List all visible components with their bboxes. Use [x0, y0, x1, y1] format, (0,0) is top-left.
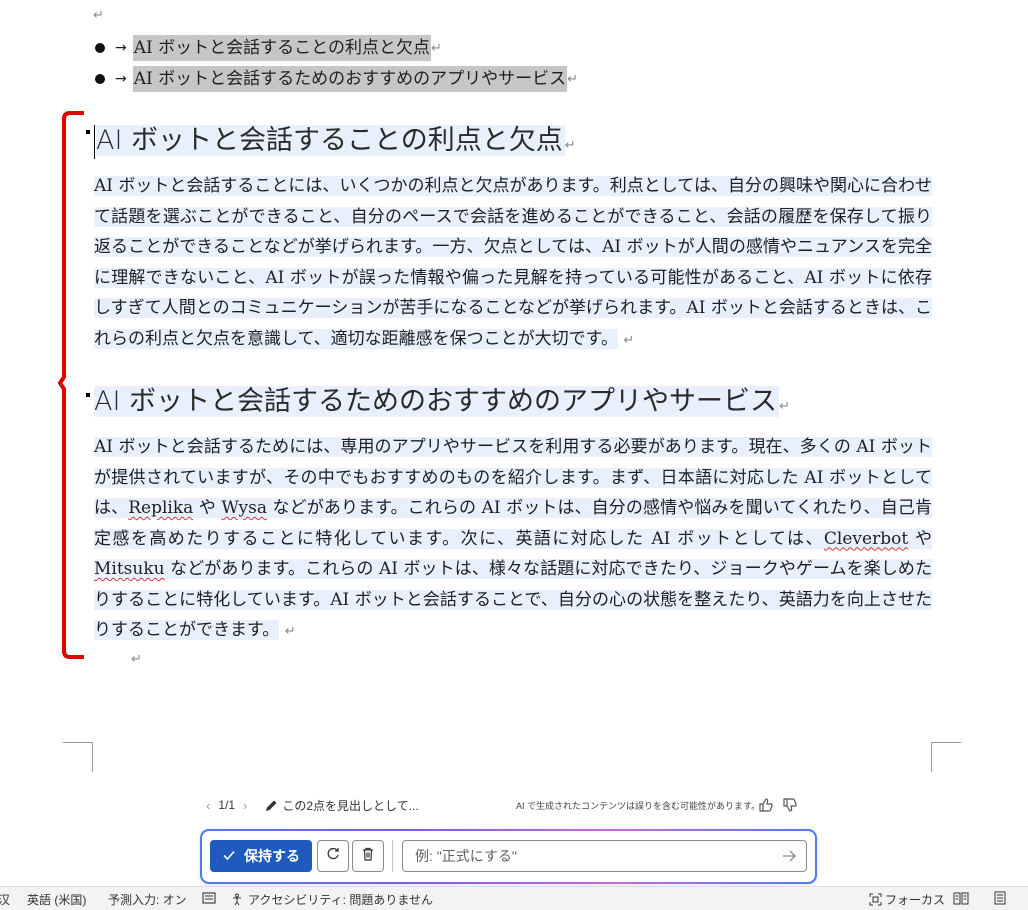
heading-text: AI ボットと会話することの利点と欠点 [96, 125, 565, 156]
prev-suggestion-button[interactable]: ‹ [206, 798, 210, 813]
pen-icon [265, 799, 278, 812]
paragraph-text: AI ボットと会話することには、いくつかの利点と欠点があります。利点としては、自… [94, 176, 933, 349]
macro-record-icon[interactable] [202, 891, 216, 905]
focus-label: フォーカス [885, 893, 946, 907]
accessibility-icon [233, 893, 241, 906]
tab-arrow-mark: → [115, 71, 127, 87]
send-arrow-icon[interactable] [780, 847, 798, 865]
suggestion-prompt-text[interactable]: この2点を見出しとして... [282, 797, 418, 814]
paragraph-mark: ↵ [779, 399, 790, 414]
keep-button[interactable]: 保持する [210, 840, 312, 872]
refresh-icon [325, 846, 341, 866]
thumbs-down-icon[interactable] [782, 797, 798, 813]
spellcheck-word[interactable]: Wysa [221, 498, 267, 518]
heading-1[interactable]: AI ボットと会話することの利点と欠点 ↵ [94, 119, 576, 168]
heading-text: AI ボットと会話するためのおすすめのアプリやサービス [94, 386, 780, 417]
keep-button-label: 保持する [244, 848, 300, 864]
bullet-item[interactable]: → AI ボットと会話するためのおすすめのアプリやサービス ↵ [95, 66, 578, 92]
paragraph-mark: ↵ [284, 624, 296, 639]
page-corner-mark [931, 742, 961, 772]
spellcheck-word[interactable]: Mitsuku [94, 559, 165, 579]
paragraph-text: AI ボットと会話するためには、専用のアプリやサービスを利用する必要があります。… [94, 437, 933, 640]
text-run: などがあります。これらの AI ボットは、様々な話題に対応できたり、ジョークやゲ… [94, 559, 932, 640]
check-icon [222, 848, 236, 865]
bullet-item[interactable]: → AI ボットと会話することの利点と欠点 ↵ [95, 35, 442, 61]
paragraph-mark: ↵ [623, 332, 635, 348]
copilot-action-box: 保持する 例: "正式にする" [200, 829, 817, 884]
body-paragraph[interactable]: AI ボットと会話することには、いくつかの利点と欠点があります。利点としては、自… [94, 171, 933, 356]
print-layout-icon[interactable] [993, 891, 1007, 905]
heading-marker [86, 130, 90, 134]
input-placeholder: 例: "正式にする" [415, 848, 517, 864]
suggestion-counter: 1/1 [218, 798, 236, 812]
spellcheck-word[interactable]: Cleverbot [824, 529, 908, 549]
status-item-cut[interactable]: 汉 [0, 891, 10, 908]
read-mode-icon[interactable] [953, 891, 969, 905]
paragraph-mark: ↵ [567, 71, 579, 87]
paragraph-mark: ↵ [131, 652, 142, 667]
bullet-dot-icon [95, 43, 105, 53]
toolbar-divider [392, 840, 393, 872]
page-corner-mark [63, 742, 93, 772]
text-cursor [94, 124, 95, 159]
paragraph-mark: ↵ [430, 40, 442, 56]
paragraph-mark: ↵ [93, 8, 104, 23]
copilot-info-bar: ‹ 1/1 › この2点を見出しとして... AI で生成されたコンテンツは誤り… [200, 792, 810, 818]
paragraph-mark: ↵ [564, 138, 576, 153]
heading-2[interactable]: AI ボットと会話するためのおすすめのアプリやサービス ↵ [94, 380, 790, 429]
discard-button[interactable] [352, 840, 384, 872]
heading-marker [86, 393, 90, 397]
tab-arrow-mark: → [115, 40, 127, 56]
focus-mode-button[interactable]: フォーカス [869, 891, 945, 908]
status-language[interactable]: 英語 (米国) [27, 891, 86, 908]
text-run: や [193, 498, 222, 518]
body-paragraph[interactable]: AI ボットと会話するためには、専用のアプリやサービスを利用する必要があります。… [94, 432, 933, 648]
refine-prompt-input[interactable]: 例: "正式にする" [402, 840, 807, 872]
text-run: や [908, 528, 933, 549]
status-predictive-input[interactable]: 予測入力: オン [108, 891, 187, 908]
copilot-change-bracket [58, 111, 84, 659]
thumbs-up-icon[interactable] [758, 797, 774, 813]
next-suggestion-button[interactable]: › [243, 798, 247, 813]
trash-icon [360, 846, 376, 866]
ai-disclaimer: AI で生成されたコンテンツは誤りを含む可能性があります。 [516, 800, 761, 811]
bullet-dot-icon [95, 74, 105, 84]
bullet-text: AI ボットと会話するためのおすすめのアプリやサービス [132, 66, 568, 92]
status-accessibility[interactable]: アクセシビリティ: 問題ありません [232, 891, 433, 908]
bullet-text: AI ボットと会話することの利点と欠点 [132, 35, 431, 61]
status-bar: 汉 英語 (米国) 予測入力: オン アクセシビリティ: 問題ありません フォー… [0, 886, 1028, 910]
accessibility-label: アクセシビリティ: 問題ありません [248, 893, 433, 907]
regenerate-button[interactable] [317, 840, 349, 872]
focus-icon [869, 893, 882, 906]
spellcheck-word[interactable]: Replika [128, 498, 193, 518]
